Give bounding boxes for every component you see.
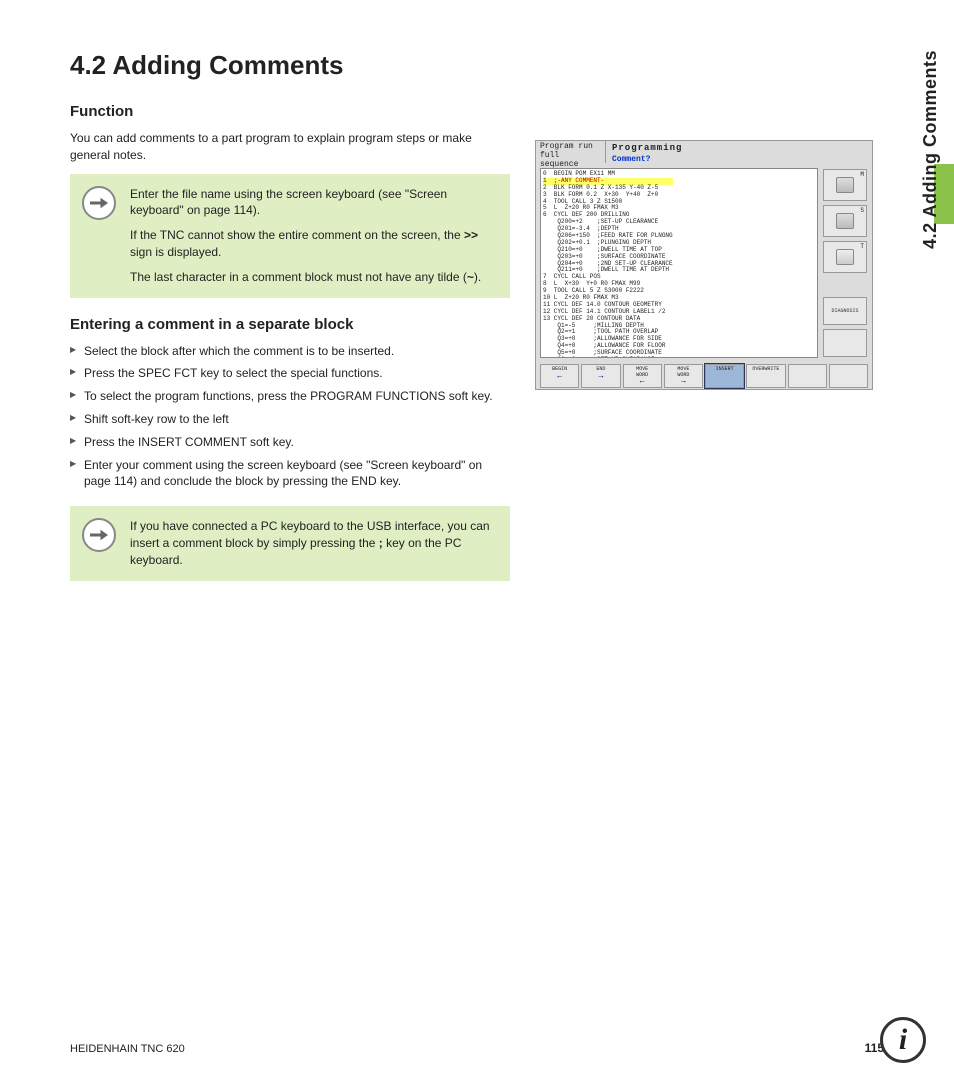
step-item: Shift soft-key row to the left	[70, 411, 510, 428]
note-box-2: If you have connected a PC keyboard to t…	[70, 506, 510, 580]
sub-heading-function: Function	[70, 103, 884, 120]
side-btn-m[interactable]: M	[823, 169, 867, 201]
step-item: To select the program functions, press t…	[70, 388, 510, 405]
step-item: Press the SPEC FCT key to select the spe…	[70, 365, 510, 382]
softkey-row: BEGIN END MOVE WORD MOVE WORD INSERT OVE…	[536, 362, 872, 390]
softkey-insert[interactable]: INSERT	[705, 364, 744, 388]
info-icon: i	[880, 1017, 926, 1063]
softkey-blank[interactable]	[829, 364, 868, 388]
page-footer: HEIDENHAIN TNC 620 115	[70, 1041, 884, 1055]
side-btn-diagnosis[interactable]: DIAGNOSIS	[823, 297, 867, 325]
softkey-end[interactable]: END	[581, 364, 620, 388]
arrow-right-icon	[82, 518, 116, 552]
step-item: Select the block after which the comment…	[70, 343, 510, 360]
footer-product: HEIDENHAIN TNC 620	[70, 1043, 185, 1055]
step-list: Select the block after which the comment…	[70, 343, 510, 491]
code-listing: 0 BEGIN PGM EX11 MM1 ;-ANY COMMENT-2 BLK…	[540, 168, 818, 358]
note2-p1: If you have connected a PC keyboard to t…	[130, 518, 496, 568]
step-item: Enter your comment using the screen keyb…	[70, 457, 510, 491]
note1-p3: The last character in a comment block mu…	[130, 269, 496, 286]
step-item: Press the INSERT COMMENT soft key.	[70, 434, 510, 451]
note1-p2: If the TNC cannot show the entire commen…	[130, 227, 496, 261]
note-box-1: Enter the file name using the screen key…	[70, 174, 510, 298]
side-tab-label: 4.2 Adding Comments	[918, 44, 943, 255]
intro-paragraph: You can add comments to a part program t…	[70, 130, 500, 164]
section-heading: 4.2 Adding Comments	[70, 50, 884, 81]
side-button-column: M S T DIAGNOSIS	[820, 166, 870, 360]
mode-left-label: Program run full sequence	[536, 141, 606, 163]
side-btn-t[interactable]: T	[823, 241, 867, 273]
softkey-move-word-left[interactable]: MOVE WORD	[623, 364, 662, 388]
softkey-move-word-right[interactable]: MOVE WORD	[664, 364, 703, 388]
arrow-right-icon	[82, 186, 116, 220]
softkey-blank[interactable]	[788, 364, 827, 388]
softkey-begin[interactable]: BEGIN	[540, 364, 579, 388]
side-btn-blank[interactable]	[823, 329, 867, 357]
note1-p1: Enter the file name using the screen key…	[130, 186, 496, 220]
side-btn-s[interactable]: S	[823, 205, 867, 237]
side-tab: 4.2 Adding Comments	[918, 44, 954, 255]
softkey-overwrite[interactable]: OVERWRITE	[746, 364, 785, 388]
tnc-screenshot: Program run full sequence Programming Co…	[535, 140, 873, 390]
